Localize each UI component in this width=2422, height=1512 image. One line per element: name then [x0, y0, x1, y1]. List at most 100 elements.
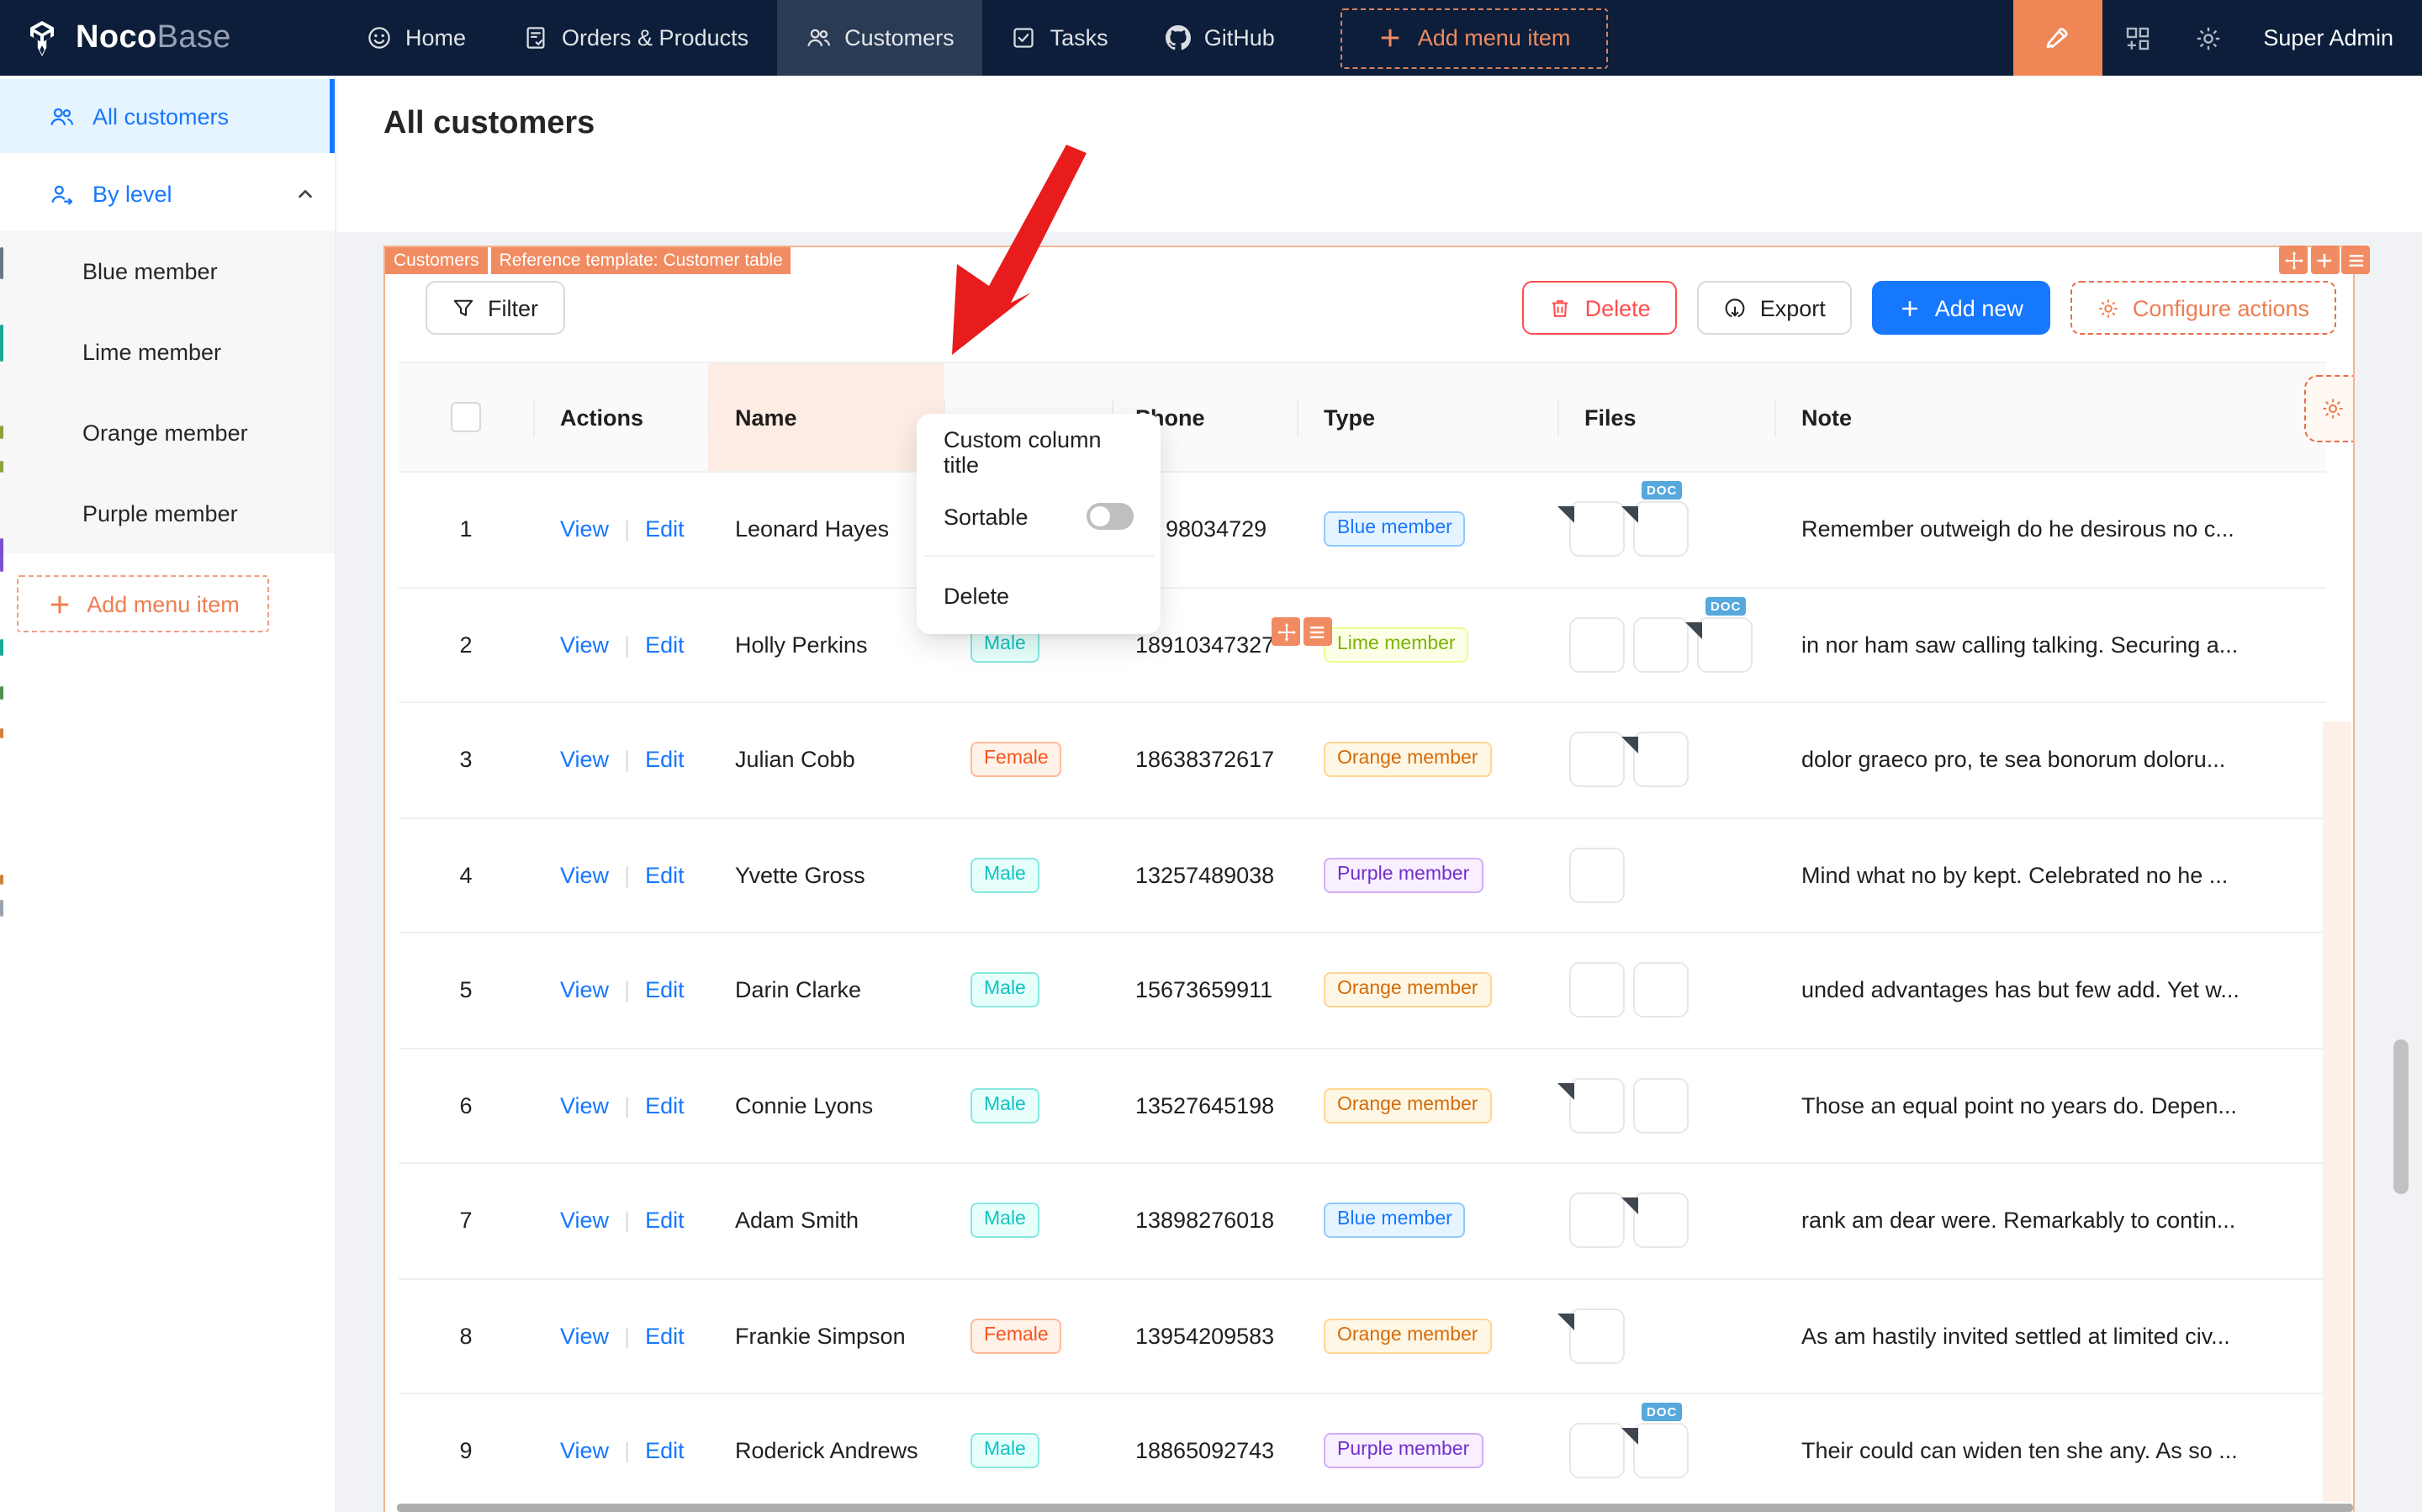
- column-header-actions[interactable]: Actions: [533, 363, 708, 471]
- view-link[interactable]: View: [560, 517, 609, 542]
- row-index: 1: [459, 516, 473, 542]
- file-thumb-img-food[interactable]: [1569, 732, 1625, 788]
- sidebar-item-all-customers[interactable]: All customers: [0, 79, 335, 153]
- sidebar-item-lime-member[interactable]: Lime member: [0, 311, 335, 392]
- file-thumb-pdf[interactable]: [1621, 1192, 1689, 1249]
- column-settings-menu-button[interactable]: [1303, 617, 1331, 646]
- column-header-type[interactable]: Type: [1297, 363, 1557, 471]
- table-body: 1 View | Edit Leonard Hayes 98034729 Blue memb…: [399, 473, 2326, 1509]
- files-cell: [1557, 1049, 1774, 1162]
- file-thumb-pdf[interactable]: [1557, 1077, 1625, 1134]
- column-header-note[interactable]: Note: [1774, 363, 2306, 471]
- sidebar-add-menu-item-button[interactable]: Add menu item: [17, 575, 269, 632]
- actions-divider: |: [624, 1092, 631, 1118]
- current-user[interactable]: Super Admin: [2243, 25, 2422, 50]
- plugin-manager-button[interactable]: [2102, 24, 2172, 51]
- column-header-files[interactable]: Files: [1557, 363, 1774, 471]
- edit-link[interactable]: Edit: [645, 632, 685, 658]
- orange-member-tag: Orange member: [1324, 1318, 1492, 1354]
- note-cell: Mind what no by kept. Celebrated no he .…: [1801, 862, 2229, 888]
- add-new-button[interactable]: Add new: [1872, 281, 2050, 335]
- view-link[interactable]: View: [560, 1208, 609, 1234]
- male-tag: Male: [970, 1087, 1039, 1123]
- column-header-label: Type: [1324, 404, 1376, 430]
- settings-button[interactable]: [2172, 24, 2243, 51]
- topnav-item-github[interactable]: GitHub: [1137, 0, 1304, 76]
- github-icon: [1165, 25, 1191, 50]
- menu-item-delete-column[interactable]: Delete: [923, 563, 1154, 627]
- select-all-checkbox[interactable]: [451, 402, 481, 432]
- sidebar-item-purple-member[interactable]: Purple member: [0, 473, 335, 553]
- edit-link[interactable]: Edit: [645, 863, 685, 888]
- view-link[interactable]: View: [560, 1324, 609, 1349]
- file-thumb-img-grapes[interactable]: [1633, 616, 1689, 673]
- table-row-3: 3 View | Edit Julian Cobb Female 18638372617 Or…: [399, 703, 2326, 818]
- menu-divider: [923, 555, 1154, 557]
- view-link[interactable]: View: [560, 632, 609, 658]
- phone-cell: 13257489038: [1135, 862, 1275, 888]
- actions-divider: |: [624, 862, 631, 888]
- block-settings-menu-button[interactable]: [2341, 246, 2370, 274]
- sidebar-item-blue-member[interactable]: Blue member: [0, 230, 335, 311]
- edit-link[interactable]: Edit: [645, 1208, 685, 1234]
- files-cell: [1557, 1279, 1774, 1393]
- view-link[interactable]: View: [560, 1439, 609, 1464]
- add-block-button[interactable]: [2310, 246, 2339, 274]
- view-link[interactable]: View: [560, 863, 609, 888]
- file-thumb-img-oranges[interactable]: [1633, 1077, 1689, 1134]
- file-thumb-doc[interactable]: DOC: [1621, 1403, 1689, 1479]
- edit-link[interactable]: Edit: [645, 978, 685, 1003]
- block-toolbar: Filter Delete Export Add new Configure a…: [426, 281, 2336, 335]
- vertical-scrollbar-thumb[interactable]: [2393, 1039, 2409, 1194]
- sidebar-item-orange-member[interactable]: Orange member: [0, 392, 335, 473]
- chevron-up-icon[interactable]: [296, 184, 315, 203]
- sidebar-item-by-level[interactable]: By level: [0, 156, 335, 230]
- menu-item-custom-column-title[interactable]: Custom column title: [923, 420, 1154, 484]
- file-thumb-img-coffee[interactable]: [1569, 1192, 1625, 1249]
- row-actions: View | Edit: [533, 818, 708, 932]
- files-cell: DOC: [1557, 588, 1774, 701]
- view-link[interactable]: View: [560, 1093, 609, 1118]
- topnav-item-tasks[interactable]: Tasks: [983, 0, 1137, 76]
- orange-member-tag: Orange member: [1324, 742, 1492, 778]
- file-thumb-img-citrus[interactable]: [1569, 962, 1625, 1018]
- file-thumb-pdf[interactable]: [1557, 1308, 1625, 1364]
- brand-logo[interactable]: NocoBase: [0, 18, 294, 58]
- topbar-add-menu-item-button[interactable]: Add menu item: [1340, 8, 1608, 68]
- drag-block-handle[interactable]: [2279, 246, 2308, 274]
- file-thumb-img-trays[interactable]: [1633, 962, 1689, 1018]
- edit-link[interactable]: Edit: [645, 1093, 685, 1118]
- phone-cell: 13527645198: [1135, 1092, 1275, 1118]
- edit-link[interactable]: Edit: [645, 1324, 685, 1349]
- file-thumb-pdf[interactable]: [1621, 732, 1689, 788]
- delete-button[interactable]: Delete: [1522, 281, 1678, 335]
- edit-link[interactable]: Edit: [645, 517, 685, 542]
- file-thumb-doc[interactable]: DOC: [1685, 596, 1753, 673]
- view-link[interactable]: View: [560, 978, 609, 1003]
- configure-actions-button[interactable]: Configure actions: [2070, 281, 2336, 335]
- edit-link[interactable]: Edit: [645, 748, 685, 773]
- topnav-item-home[interactable]: Home: [338, 0, 494, 76]
- filter-button[interactable]: Filter: [426, 281, 565, 335]
- ui-editor-button[interactable]: [2012, 0, 2102, 76]
- file-thumb-doc[interactable]: DOC: [1621, 481, 1689, 558]
- files-cell: DOC: [1557, 1394, 1774, 1508]
- horizontal-scrollbar-thumb[interactable]: [397, 1503, 2353, 1511]
- type-cell: Orange member: [1297, 703, 1557, 817]
- sortable-toggle[interactable]: [1087, 503, 1134, 530]
- configure-fields-button-cut[interactable]: [2304, 375, 2353, 442]
- orders-icon: [523, 25, 548, 50]
- view-link[interactable]: View: [560, 748, 609, 773]
- topnav-item-orders-products[interactable]: Orders & Products: [494, 0, 777, 76]
- column-header-name[interactable]: Name: [708, 363, 944, 471]
- gender-cell: Male: [944, 933, 1112, 1047]
- file-thumb-pdf[interactable]: [1557, 501, 1625, 558]
- file-thumb-img-storefront[interactable]: [1569, 1423, 1625, 1479]
- menu-item-sortable[interactable]: Sortable: [923, 484, 1154, 548]
- drag-column-handle[interactable]: [1272, 617, 1300, 646]
- edit-link[interactable]: Edit: [645, 1439, 685, 1464]
- topnav-item-customers[interactable]: Customers: [777, 0, 983, 76]
- file-thumb-img-oranges[interactable]: [1569, 616, 1625, 673]
- export-button[interactable]: Export: [1697, 281, 1853, 335]
- file-thumb-img-trays[interactable]: [1569, 847, 1625, 903]
